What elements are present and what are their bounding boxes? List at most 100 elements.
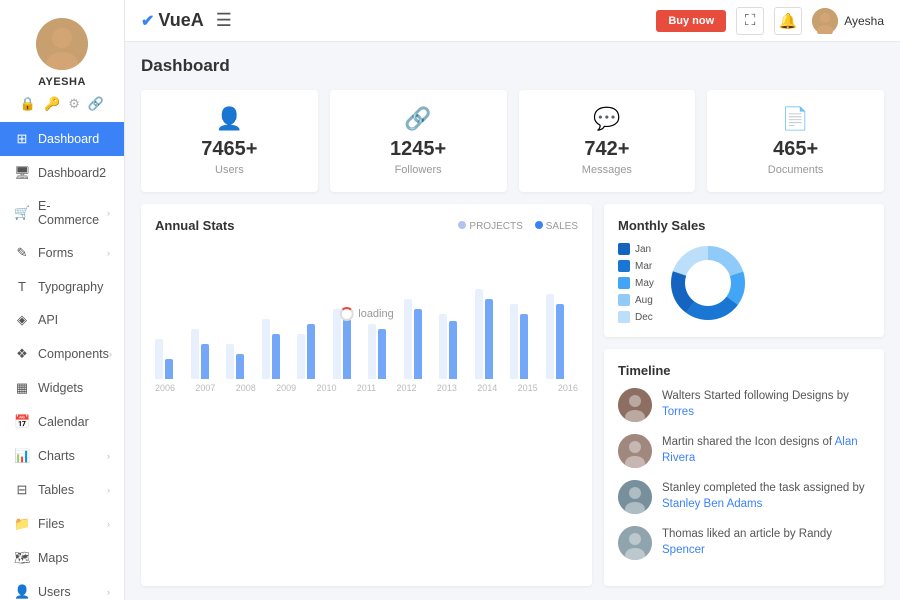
bar-group bbox=[510, 304, 543, 379]
nav-label-calendar: 📅 Calendar bbox=[14, 414, 89, 430]
bar-group bbox=[368, 324, 401, 379]
legend-item-aug: Aug bbox=[618, 294, 654, 306]
sidebar-item-widgets[interactable]: ▦ Widgets bbox=[0, 371, 124, 405]
monthly-sales-card: Monthly Sales Jan Mar May Aug Dec bbox=[604, 204, 884, 337]
stat-icon-followers: 🔗 bbox=[404, 106, 431, 132]
monthly-sales-donut bbox=[668, 243, 748, 323]
nav-label-charts: 📊 Charts bbox=[14, 448, 75, 464]
key-icon[interactable]: 🔑 bbox=[44, 96, 60, 112]
xaxis-label: 2013 bbox=[437, 383, 457, 393]
user-badge[interactable]: Ayesha bbox=[812, 8, 884, 34]
buy-now-button[interactable]: Buy now bbox=[656, 10, 726, 32]
projects-bar bbox=[475, 289, 483, 379]
legend-color-mar bbox=[618, 260, 630, 272]
sidebar-item-typography[interactable]: T Typography bbox=[0, 270, 124, 303]
sidebar-item-dashboard[interactable]: ⊞ Dashboard bbox=[0, 122, 124, 156]
nav-label-maps: 🗺 Maps bbox=[14, 550, 69, 566]
logo: ✔ VueA bbox=[141, 10, 204, 31]
nav-icon-ecommerce: 🛒 bbox=[14, 205, 30, 221]
monthly-sales-title: Monthly Sales bbox=[618, 218, 870, 233]
lock-icon[interactable]: 🔒 bbox=[20, 96, 36, 112]
timeline-item-thomas: Thomas liked an article by Randy Spencer bbox=[618, 526, 870, 560]
projects-legend: PROJECTS bbox=[458, 221, 522, 232]
sidebar-item-calendar[interactable]: 📅 Calendar bbox=[0, 405, 124, 439]
sidebar-item-api[interactable]: ◈ API bbox=[0, 303, 124, 337]
xaxis-label: 2010 bbox=[316, 383, 336, 393]
sidebar-item-maps[interactable]: 🗺 Maps bbox=[0, 541, 124, 575]
legend-item-mar: Mar bbox=[618, 260, 654, 272]
nav-label-tables: ⊟ Tables bbox=[14, 482, 74, 498]
sidebar-item-ecommerce[interactable]: 🛒 E-Commerce › bbox=[0, 190, 124, 236]
legend-item-dec: Dec bbox=[618, 311, 654, 323]
timeline-link-thomas[interactable]: Spencer bbox=[662, 544, 705, 556]
profile-section: AYESHA 🔒 🔑 ⚙ 🔗 bbox=[0, 0, 124, 122]
sidebar-item-charts[interactable]: 📊 Charts › bbox=[0, 439, 124, 473]
projects-bar bbox=[439, 314, 447, 379]
sidebar-item-users[interactable]: 👤 Users › bbox=[0, 575, 124, 600]
bar-group bbox=[475, 289, 508, 379]
timeline-title: Timeline bbox=[618, 363, 870, 378]
sales-bar bbox=[236, 354, 244, 379]
nav-arrow-files: › bbox=[107, 519, 110, 529]
sidebar-item-tables[interactable]: ⊟ Tables › bbox=[0, 473, 124, 507]
timeline-link-martin[interactable]: Alan Rivera bbox=[662, 436, 858, 464]
nav-icon-calendar: 📅 bbox=[14, 414, 30, 430]
timeline-link-stanley[interactable]: Stanley Ben Adams bbox=[662, 498, 762, 510]
nav-text-forms: Forms bbox=[38, 246, 73, 260]
chart-loading: loading bbox=[339, 307, 393, 321]
bar-group bbox=[439, 314, 472, 379]
sidebar-item-components[interactable]: ❖ Components › bbox=[0, 337, 124, 371]
nav-text-dashboard2: Dashboard2 bbox=[38, 166, 106, 180]
sidebar-item-dashboard2[interactable]: 🖥 Dashboard2 bbox=[0, 156, 124, 190]
profile-icons: 🔒 🔑 ⚙ 🔗 bbox=[20, 96, 104, 112]
nav-icon-forms: ✎ bbox=[14, 245, 30, 261]
sales-bar bbox=[378, 329, 386, 379]
timeline-link-walters[interactable]: Torres bbox=[662, 406, 694, 418]
topbar: ✔ VueA ☰ Buy now ⛶ 🔔 Ayesha bbox=[125, 0, 900, 42]
sales-bar bbox=[201, 344, 209, 379]
xaxis-label: 2007 bbox=[195, 383, 215, 393]
main-columns: Annual Stats PROJECTS SALES bbox=[141, 204, 884, 586]
nav-label-forms: ✎ Forms bbox=[14, 245, 73, 261]
xaxis-label: 2008 bbox=[236, 383, 256, 393]
sales-bar bbox=[485, 299, 493, 379]
notification-bell[interactable]: 🔔 bbox=[774, 7, 802, 35]
stat-icon-messages: 💬 bbox=[593, 106, 620, 132]
sidebar-item-files[interactable]: 📁 Files › bbox=[0, 507, 124, 541]
sidebar-item-forms[interactable]: ✎ Forms › bbox=[0, 236, 124, 270]
stat-value-followers: 1245+ bbox=[390, 138, 446, 161]
annual-stats-title: Annual Stats bbox=[155, 218, 234, 233]
nav-label-dashboard2: 🖥 Dashboard2 bbox=[14, 165, 106, 181]
fullscreen-button[interactable]: ⛶ bbox=[736, 7, 764, 35]
settings-icon[interactable]: ⚙ bbox=[68, 96, 80, 112]
link-icon[interactable]: 🔗 bbox=[88, 96, 104, 112]
xaxis-label: 2012 bbox=[396, 383, 416, 393]
stat-card-users: 👤 7465+ Users bbox=[141, 90, 318, 192]
xaxis-label: 2015 bbox=[518, 383, 538, 393]
loading-text: loading bbox=[358, 308, 393, 320]
xaxis-label: 2009 bbox=[276, 383, 296, 393]
sales-bar bbox=[343, 319, 351, 379]
projects-bar bbox=[191, 329, 199, 379]
legend-color-may bbox=[618, 277, 630, 289]
timeline-text-thomas: Thomas liked an article by Randy Spencer bbox=[662, 526, 870, 558]
sales-bar bbox=[307, 324, 315, 379]
nav-icon-charts: 📊 bbox=[14, 448, 30, 464]
nav-text-components: Components bbox=[38, 347, 109, 361]
topbar-right: Buy now ⛶ 🔔 Ayesha bbox=[656, 7, 884, 35]
chart-xaxis: 2006200720082009201020112012201320142015… bbox=[155, 383, 578, 393]
legend-label-mar: Mar bbox=[635, 261, 652, 272]
projects-bar bbox=[226, 344, 234, 379]
timeline-card: Timeline Walters Started following Desig… bbox=[604, 349, 884, 586]
monthly-sales-legend: Jan Mar May Aug Dec bbox=[618, 243, 654, 323]
stat-cards: 👤 7465+ Users 🔗 1245+ Followers 💬 742+ M… bbox=[141, 90, 884, 192]
nav-arrow-users: › bbox=[107, 587, 110, 597]
legend-label-may: May bbox=[635, 278, 654, 289]
nav-text-api: API bbox=[38, 313, 58, 327]
bar-group bbox=[404, 299, 437, 379]
nav-icon-files: 📁 bbox=[14, 516, 30, 532]
sales-bar bbox=[165, 359, 173, 379]
topbar-left: ✔ VueA ☰ bbox=[141, 10, 232, 31]
nav-arrow-tables: › bbox=[107, 485, 110, 495]
hamburger-menu[interactable]: ☰ bbox=[216, 10, 232, 31]
